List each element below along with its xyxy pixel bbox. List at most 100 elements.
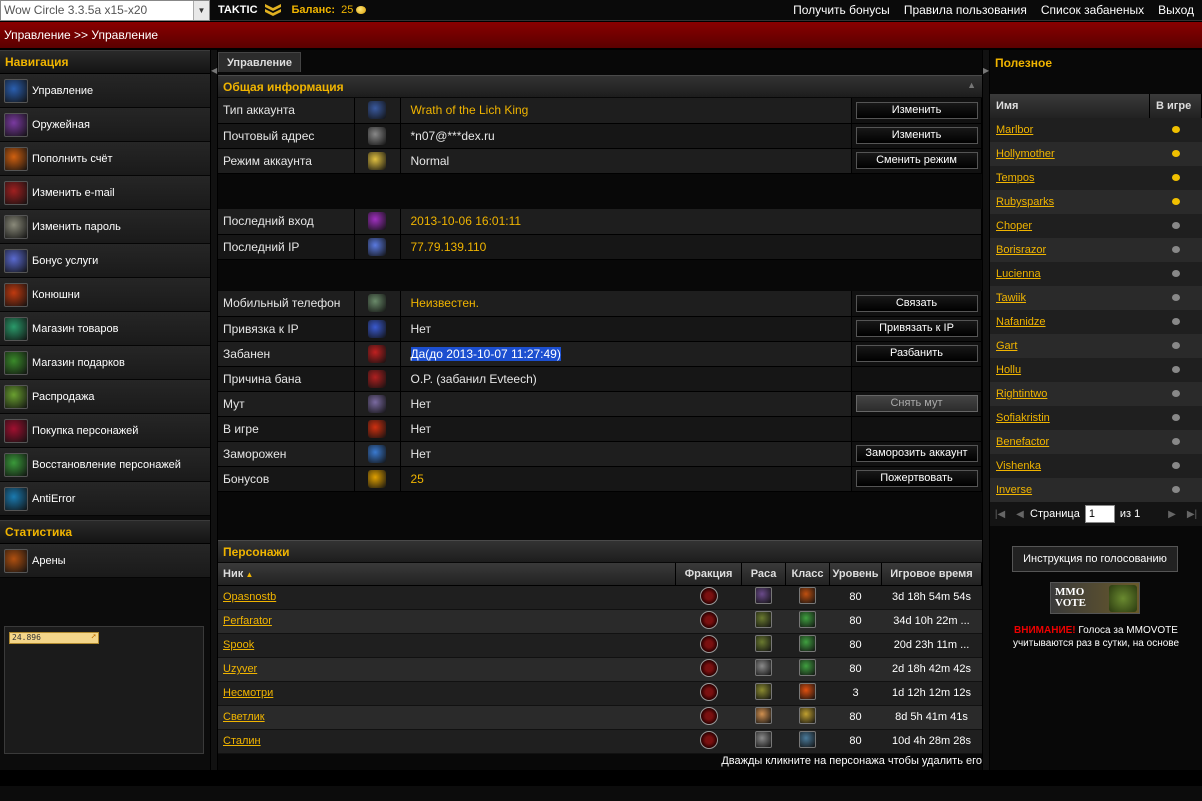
nav-item-restore-character[interactable]: Восстановление персонажей bbox=[0, 448, 210, 482]
collapse-right-icon[interactable]: ▶ bbox=[983, 66, 989, 75]
column-header-name[interactable]: Имя bbox=[990, 94, 1150, 118]
horde-faction-icon bbox=[699, 610, 718, 629]
nav-item-buy-character[interactable]: Покупка персонажей bbox=[0, 414, 210, 448]
column-header[interactable]: Раса bbox=[741, 563, 787, 586]
column-header[interactable]: Игровое время bbox=[881, 563, 982, 586]
nav-item-email[interactable]: Изменить e-mail bbox=[0, 176, 210, 210]
first-page-icon[interactable]: |◀ bbox=[990, 509, 1010, 520]
character-name-link[interactable]: Perfarator bbox=[223, 615, 272, 627]
player-row[interactable]: Lucienna bbox=[990, 262, 1202, 286]
action-button[interactable]: Изменить bbox=[855, 127, 978, 144]
player-name-link[interactable]: Nafanidze bbox=[996, 316, 1046, 328]
character-row[interactable]: Spook 80 20d 23h 11m ... bbox=[218, 633, 982, 658]
player-name-link[interactable]: Rubysparks bbox=[996, 196, 1054, 208]
player-row[interactable]: Nafanidze bbox=[990, 310, 1202, 334]
tab-management[interactable]: Управление bbox=[218, 52, 302, 72]
nav-item-shop[interactable]: Магазин товаров bbox=[0, 312, 210, 346]
banned-list-link[interactable]: Список забаненых bbox=[1041, 3, 1144, 17]
character-name-link[interactable]: Несмотри bbox=[223, 687, 273, 699]
character-row[interactable]: Сталин 80 10d 4h 28m 28s bbox=[218, 729, 982, 754]
left-sidebar: Навигация Управление Оружейная Пополнить с… bbox=[0, 50, 210, 770]
player-name-link[interactable]: Choper bbox=[996, 220, 1032, 232]
action-button[interactable]: Пожертвовать bbox=[855, 470, 978, 487]
player-name-link[interactable]: Borisrazor bbox=[996, 244, 1046, 256]
nav-item-stable[interactable]: Конюшни bbox=[0, 278, 210, 312]
player-name-link[interactable]: Marlbor bbox=[996, 124, 1033, 136]
player-row[interactable]: Choper bbox=[990, 214, 1202, 238]
player-row[interactable]: Gart bbox=[990, 334, 1202, 358]
collapse-left-icon[interactable]: ◀ bbox=[211, 66, 217, 75]
character-name-link[interactable]: Светлик bbox=[223, 711, 265, 723]
character-row[interactable]: Несмотри 3 1d 12h 12m 12s bbox=[218, 681, 982, 706]
realm-select[interactable]: Wow Circle 3.3.5a x15-x20 ▼ bbox=[0, 0, 210, 21]
column-header-online[interactable]: В игре bbox=[1149, 94, 1202, 118]
player-row[interactable]: Benefactor bbox=[990, 430, 1202, 454]
action-button[interactable]: Связать bbox=[855, 294, 978, 312]
left-splitter[interactable]: ◀ bbox=[211, 50, 217, 770]
character-name-link[interactable]: Opasnostb bbox=[223, 591, 276, 603]
rules-link[interactable]: Правила пользования bbox=[904, 3, 1027, 17]
player-name-link[interactable]: Sofiakristin bbox=[996, 412, 1050, 424]
column-header[interactable]: Уровень bbox=[829, 563, 882, 586]
column-header[interactable]: Класс bbox=[785, 563, 831, 586]
nav-item-fire[interactable]: Пополнить счёт bbox=[0, 142, 210, 176]
collapse-icon[interactable]: ▲ bbox=[967, 80, 976, 90]
player-name-link[interactable]: Hollu bbox=[996, 364, 1021, 376]
next-page-icon[interactable]: ▶ bbox=[1162, 509, 1182, 520]
player-row[interactable]: Marlbor bbox=[990, 118, 1202, 142]
player-name-link[interactable]: Vishenka bbox=[996, 460, 1041, 472]
nav-item-gift-shop[interactable]: Магазин подарков bbox=[0, 346, 210, 380]
right-splitter[interactable]: ▶ bbox=[983, 50, 989, 770]
player-name-link[interactable]: Inverse bbox=[996, 484, 1032, 496]
nav-item-sale[interactable]: Распродажа bbox=[0, 380, 210, 414]
mmovote-logo[interactable]: MMO VOTE bbox=[1050, 582, 1140, 614]
player-name-link[interactable]: Tempos bbox=[996, 172, 1035, 184]
character-row[interactable]: Perfarator 80 34d 10h 22m ... bbox=[218, 609, 982, 634]
character-row[interactable]: Uzyver 80 2d 18h 42m 42s bbox=[218, 657, 982, 682]
nav-item-bonus[interactable]: Бонус услуги bbox=[0, 244, 210, 278]
chevron-down-icon[interactable]: ▼ bbox=[193, 0, 209, 20]
action-button[interactable]: Сменить режим bbox=[855, 152, 978, 169]
character-name-link[interactable]: Uzyver bbox=[223, 663, 257, 675]
player-row[interactable]: Tawiik bbox=[990, 286, 1202, 310]
nav-item-arena[interactable]: Арены bbox=[0, 544, 210, 578]
player-row[interactable]: Inverse bbox=[990, 478, 1202, 502]
action-button[interactable]: Заморозить аккаунт bbox=[855, 445, 978, 462]
nav-item-antierror[interactable]: AntiError bbox=[0, 482, 210, 516]
player-row[interactable]: Hollu bbox=[990, 358, 1202, 382]
column-header[interactable]: Ник ▲ bbox=[218, 563, 677, 586]
column-header[interactable]: Фракция bbox=[675, 563, 743, 586]
action-button[interactable]: Разбанить bbox=[855, 345, 978, 362]
action-button[interactable]: Привязать к IP bbox=[855, 320, 978, 337]
player-name-link[interactable]: Rightintwo bbox=[996, 388, 1047, 400]
player-row[interactable]: Sofiakristin bbox=[990, 406, 1202, 430]
nav-item-armory[interactable]: Оружейная bbox=[0, 108, 210, 142]
player-row[interactable]: Rubysparks bbox=[990, 190, 1202, 214]
player-row[interactable]: Borisrazor bbox=[990, 238, 1202, 262]
player-name-link[interactable]: Benefactor bbox=[996, 436, 1049, 448]
action-button[interactable]: Изменить bbox=[855, 101, 978, 119]
player-name-link[interactable]: Gart bbox=[996, 340, 1017, 352]
action-button[interactable]: Снять мут bbox=[855, 395, 978, 412]
player-row[interactable]: Vishenka bbox=[990, 454, 1202, 478]
vote-instruction-button[interactable]: Инструкция по голосованию bbox=[1012, 546, 1178, 572]
player-row[interactable]: Rightintwo bbox=[990, 382, 1202, 406]
character-name-link[interactable]: Сталин bbox=[223, 735, 261, 747]
get-bonus-link[interactable]: Получить бонусы bbox=[793, 3, 890, 17]
player-row[interactable]: Tempos bbox=[990, 166, 1202, 190]
player-name-link[interactable]: Tawiik bbox=[996, 292, 1026, 304]
player-name-link[interactable]: Hollymother bbox=[996, 148, 1055, 160]
nav-item-management[interactable]: Управление bbox=[0, 74, 210, 108]
nav-item-password[interactable]: Изменить пароль bbox=[0, 210, 210, 244]
player-row[interactable]: Hollymother bbox=[990, 142, 1202, 166]
prev-page-icon[interactable]: ◀ bbox=[1010, 509, 1030, 520]
last-page-icon[interactable]: ▶| bbox=[1182, 509, 1202, 520]
logout-link[interactable]: Выход bbox=[1158, 3, 1194, 17]
character-row[interactable]: Светлик 80 8d 5h 41m 41s bbox=[218, 705, 982, 730]
character-row[interactable]: Opasnostb 80 3d 18h 54m 54s bbox=[218, 585, 982, 610]
info-label: Привязка к IP bbox=[218, 316, 355, 342]
character-name-link[interactable]: Spook bbox=[223, 639, 254, 651]
player-name-link[interactable]: Lucienna bbox=[996, 268, 1041, 280]
visit-counter[interactable]: 24.896 ➚ bbox=[9, 632, 99, 644]
page-input[interactable] bbox=[1084, 505, 1115, 523]
